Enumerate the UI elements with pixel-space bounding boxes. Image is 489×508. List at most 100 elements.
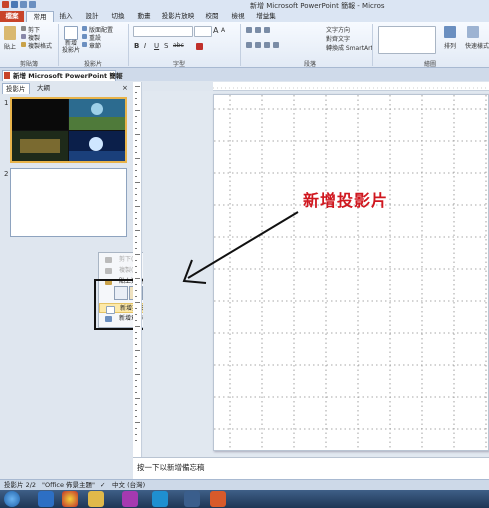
ie-icon[interactable]: [38, 491, 54, 507]
ruler-tick: [135, 242, 137, 243]
section-button[interactable]: 章節: [89, 41, 101, 50]
bold-button[interactable]: B: [134, 42, 139, 50]
ruler-tick: [135, 410, 137, 411]
ruler-tick: [135, 344, 137, 345]
ruler-tick: [135, 110, 140, 111]
numbering-icon[interactable]: [255, 27, 261, 33]
ruler-tick: [135, 182, 140, 183]
ruler-tick: [135, 218, 137, 219]
ruler-tick: [135, 356, 137, 357]
font-size-select[interactable]: [194, 26, 212, 37]
indent-icon[interactable]: [264, 27, 270, 33]
powerpoint-doc-icon: [4, 72, 10, 79]
ruler-tick: [135, 200, 137, 201]
format-painter-icon[interactable]: [21, 42, 26, 47]
cut-icon: [105, 257, 112, 263]
tab-review[interactable]: 校閱: [200, 11, 224, 22]
annotation-arrow: [182, 211, 299, 284]
paste-button[interactable]: 貼上: [4, 42, 16, 51]
notes-placeholder: 按一下以新增備忘稿: [137, 463, 205, 472]
ruler-tick: [135, 206, 140, 207]
copy-icon: [105, 268, 112, 274]
close-pane-icon[interactable]: ×: [122, 84, 128, 92]
cut-icon[interactable]: [21, 26, 26, 31]
ruler-tick: [135, 338, 137, 339]
shadow-button[interactable]: S: [164, 42, 168, 50]
italic-button[interactable]: I: [144, 42, 146, 50]
tab-file[interactable]: 檔案: [0, 11, 24, 22]
slide-number: 2: [4, 170, 9, 178]
powerpoint-taskbar-icon[interactable]: [210, 491, 226, 507]
tab-design[interactable]: 設計: [80, 11, 104, 22]
ruler-tick: [135, 134, 140, 135]
arrange-icon[interactable]: [444, 26, 456, 38]
media-icon[interactable]: [122, 491, 138, 507]
shapes-gallery[interactable]: [378, 26, 436, 54]
tab-animations[interactable]: 動畫: [132, 11, 156, 22]
smartart-button[interactable]: 轉換成 SmartArt: [326, 43, 373, 52]
grow-font-button[interactable]: A: [213, 26, 218, 35]
skype-icon[interactable]: [152, 491, 168, 507]
ruler-tick: [135, 212, 137, 213]
ruler-tick: [135, 194, 137, 195]
underline-button[interactable]: U: [154, 42, 159, 50]
tab-view[interactable]: 檢視: [226, 11, 250, 22]
close-icon[interactable]: ×: [118, 71, 126, 79]
ruler-tick: [135, 152, 137, 153]
section-icon[interactable]: [82, 42, 87, 47]
tab-slideshow[interactable]: 投影片放映: [158, 11, 198, 22]
ruler-tick: [135, 104, 137, 105]
group-label-paragraph: 段落: [303, 61, 316, 68]
start-button-icon[interactable]: [4, 491, 20, 507]
reset-icon[interactable]: [82, 34, 87, 39]
save-icon[interactable]: [11, 1, 18, 8]
ruler-tick: [135, 224, 137, 225]
copy-icon[interactable]: [21, 34, 26, 39]
ruler-tick: [135, 386, 137, 387]
undo-icon[interactable]: [20, 1, 27, 8]
slide-thumbnail-1[interactable]: [10, 97, 127, 163]
chrome-icon[interactable]: [62, 491, 78, 507]
align-right-icon[interactable]: [264, 42, 270, 48]
tab-addins[interactable]: 增益集: [252, 11, 280, 22]
font-family-select[interactable]: [133, 26, 193, 37]
ruler-tick: [135, 176, 137, 177]
strikethrough-button[interactable]: abc: [173, 42, 184, 49]
quick-styles-icon[interactable]: [467, 26, 479, 38]
format-painter-button[interactable]: 複製格式: [28, 41, 52, 50]
layout-icon[interactable]: [82, 26, 87, 31]
bullets-icon[interactable]: [246, 27, 252, 33]
ruler-tick: [135, 326, 140, 327]
explorer-icon[interactable]: [88, 491, 104, 507]
tab-slides[interactable]: 投影片: [2, 83, 30, 94]
ruler-tick: [135, 284, 137, 285]
ruler-tick: [135, 302, 140, 303]
text-direction-button[interactable]: 文字方向: [326, 25, 350, 34]
redo-icon[interactable]: [29, 1, 36, 8]
new-slide-button[interactable]: 新增 投影片: [62, 40, 80, 54]
app-icon[interactable]: [184, 491, 200, 507]
ruler-tick: [135, 170, 137, 171]
slide-1-images: [12, 99, 125, 161]
powerpoint-icon[interactable]: [2, 1, 9, 8]
ruler-tick: [135, 434, 137, 435]
ruler-tick: [135, 332, 137, 333]
shrink-font-button[interactable]: A: [221, 27, 225, 34]
quick-access-toolbar: [2, 1, 62, 10]
tab-insert[interactable]: 插入: [54, 11, 78, 22]
align-left-icon[interactable]: [246, 42, 252, 48]
paste-icon[interactable]: [4, 26, 16, 40]
tab-transitions[interactable]: 切換: [106, 11, 130, 22]
document-tab[interactable]: 新增 Microsoft PowerPoint 簡報: [2, 70, 122, 81]
arrange-button[interactable]: 排列: [444, 41, 456, 50]
align-text-button[interactable]: 對齊文字: [326, 34, 350, 43]
quick-styles-button[interactable]: 快速樣式: [465, 41, 489, 50]
new-slide-icon[interactable]: [64, 26, 78, 40]
ruler-tick: [135, 278, 140, 279]
tab-outline[interactable]: 大綱: [34, 83, 53, 93]
slide-thumbnail-2[interactable]: [10, 168, 127, 237]
ruler-tick: [135, 188, 137, 189]
font-color-icon[interactable]: [196, 43, 203, 50]
align-center-icon[interactable]: [255, 42, 261, 48]
justify-icon[interactable]: [273, 42, 279, 48]
